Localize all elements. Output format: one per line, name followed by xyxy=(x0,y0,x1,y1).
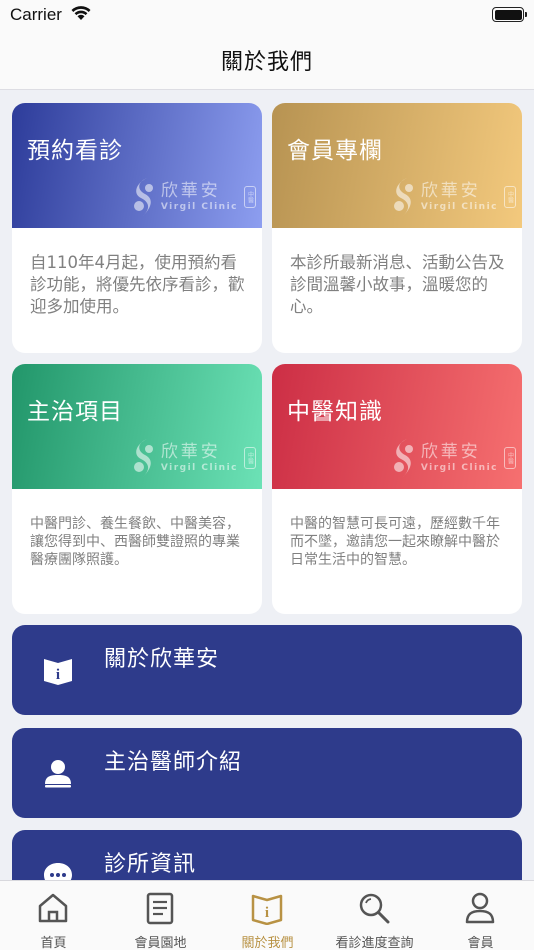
card-title: 會員專欄 xyxy=(287,138,383,164)
wifi-icon xyxy=(70,4,92,26)
status-bar: Carrier xyxy=(0,0,534,30)
logo-seal: 中醫 xyxy=(244,186,256,208)
logo-english-name: Virgil Clinic xyxy=(160,202,238,212)
person-icon xyxy=(465,892,495,924)
home-icon xyxy=(38,893,68,923)
card-tcm-knowledge[interactable]: 中醫知識 欣華安 Virgil Clinic 中醫 中醫的智慧可長可遠，歷經數千… xyxy=(272,364,522,614)
card-description: 本診所最新消息、活動公告及診間溫馨小故事，溫暖您的心。 xyxy=(290,253,505,316)
logo-chinese-name: 欣華安 xyxy=(160,181,221,201)
tab-home[interactable]: 首頁 xyxy=(0,881,107,950)
document-icon xyxy=(146,892,174,925)
card-header: 預約看診 欣華安 Virgil Clinic 中醫 xyxy=(12,103,262,228)
info-book-icon: i xyxy=(251,894,283,925)
logo-seal: 中醫 xyxy=(504,447,516,469)
tab-label: 會員 xyxy=(467,936,494,950)
tab-about-us[interactable]: i 關於我們 xyxy=(214,881,321,950)
logo-mark-icon xyxy=(393,439,413,477)
logo-seal: 中醫 xyxy=(244,447,256,469)
doctor-icon xyxy=(45,760,71,788)
svg-text:i: i xyxy=(56,667,60,683)
card-treatment-items[interactable]: 主治項目 欣華安 Virgil Clinic 中醫 中醫門診、養生餐飲、中醫美容… xyxy=(12,364,262,614)
tab-label: 關於我們 xyxy=(241,936,294,950)
link-about-clinic[interactable]: i 關於欣華安 xyxy=(12,625,522,715)
tab-member[interactable]: 會員 xyxy=(427,881,534,950)
tab-member-area[interactable]: 會員園地 xyxy=(107,881,214,950)
tab-bar: 首頁 會員園地 i 關於我們 看診進度查詢 會員 xyxy=(0,880,534,950)
link-doctor-intro[interactable]: 主治醫師介紹 xyxy=(12,728,522,818)
clinic-logo: 欣華安 Virgil Clinic 中醫 xyxy=(131,437,256,479)
clinic-logo: 欣華安 Virgil Clinic 中醫 xyxy=(391,176,516,218)
logo-english-name: Virgil Clinic xyxy=(420,202,498,212)
logo-chinese-name: 欣華安 xyxy=(160,442,221,462)
logo-english-name: Virgil Clinic xyxy=(160,463,238,473)
page-title: 關於我們 xyxy=(220,49,313,75)
svg-text:i: i xyxy=(265,905,269,921)
link-label: 主治醫師介紹 xyxy=(104,750,243,775)
clinic-logo: 欣華安 Virgil Clinic 中醫 xyxy=(131,176,256,218)
navigation-bar: 關於我們 xyxy=(0,30,534,90)
search-icon xyxy=(359,893,390,924)
logo-seal: 中醫 xyxy=(504,186,516,208)
card-member-column[interactable]: 會員專欄 欣華安 Virgil Clinic 中醫 本診所最新消息、活動公告及診… xyxy=(272,103,522,353)
battery-icon xyxy=(492,7,527,22)
link-label: 關於欣華安 xyxy=(104,647,220,672)
link-clinic-info[interactable]: 診所資訊 xyxy=(12,830,522,880)
tab-progress-query[interactable]: 看診進度查詢 xyxy=(321,881,428,950)
logo-chinese-name: 欣華安 xyxy=(420,181,481,201)
carrier-label: Carrier xyxy=(10,5,62,24)
tab-label: 會員園地 xyxy=(134,936,187,950)
card-description: 自110年4月起，使用預約看診功能，將優先依序看診，歡迎多加使用。 xyxy=(30,253,245,316)
clinic-logo: 欣華安 Virgil Clinic 中醫 xyxy=(391,437,516,479)
logo-mark-icon xyxy=(133,439,153,477)
card-description: 中醫門診、養生餐飲、中醫美容，讓您得到中、西醫師雙證照的專業醫療團隊照護。 xyxy=(30,516,240,568)
card-appointment[interactable]: 預約看診 欣華安 Virgil Clinic 中醫 自110年4月起，使用預約看… xyxy=(12,103,262,353)
card-title: 預約看診 xyxy=(27,138,123,164)
logo-mark-icon xyxy=(133,178,153,216)
logo-mark-icon xyxy=(393,178,413,216)
tab-label: 看診進度查詢 xyxy=(335,936,414,950)
card-header: 中醫知識 欣華安 Virgil Clinic 中醫 xyxy=(272,364,522,489)
card-header: 主治項目 欣華安 Virgil Clinic 中醫 xyxy=(12,364,262,489)
card-description: 中醫的智慧可長可遠，歷經數千年而不墜，邀請您一起來瞭解中醫於日常生活中的智慧。 xyxy=(290,516,500,568)
card-header: 會員專欄 欣華安 Virgil Clinic 中醫 xyxy=(272,103,522,228)
link-label: 診所資訊 xyxy=(104,852,197,877)
content-scroll-area[interactable]: 預約看診 欣華安 Virgil Clinic 中醫 自110年4月起，使用預約看… xyxy=(0,91,534,880)
card-title: 主治項目 xyxy=(27,399,123,425)
tab-label: 首頁 xyxy=(40,936,67,950)
info-book-icon: i xyxy=(44,659,72,685)
logo-english-name: Virgil Clinic xyxy=(420,463,498,473)
logo-chinese-name: 欣華安 xyxy=(420,442,481,462)
card-title: 中醫知識 xyxy=(287,399,383,425)
chat-bubble-icon xyxy=(44,863,72,880)
